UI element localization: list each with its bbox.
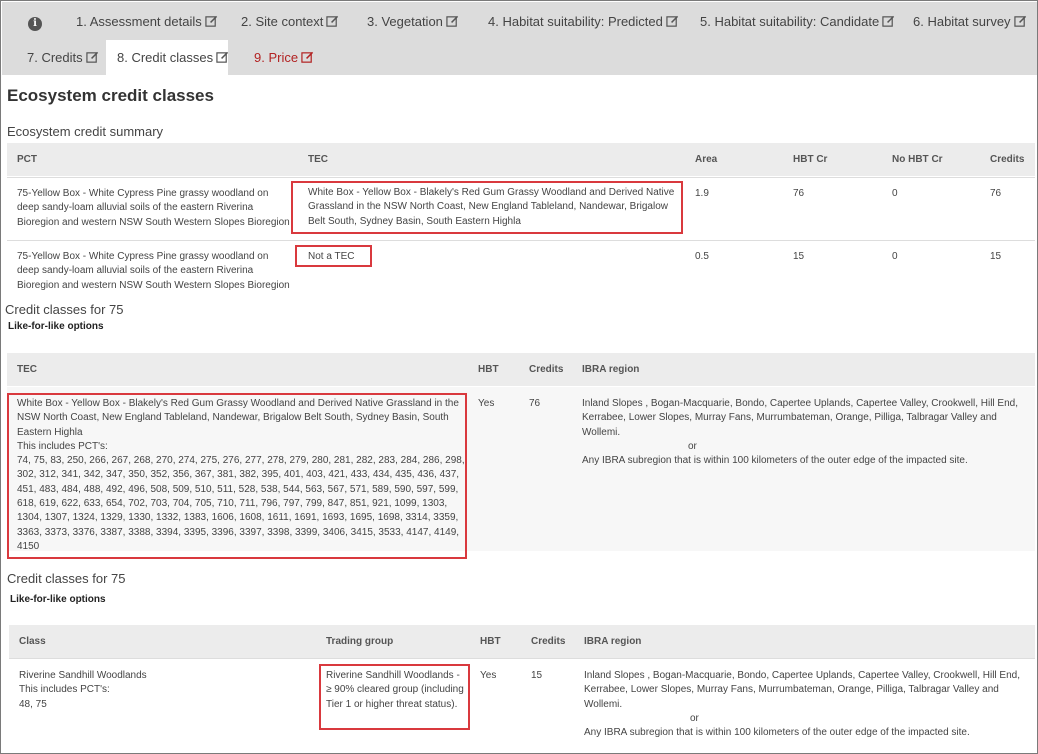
credit-classes-heading: Credit classes for 75 (7, 571, 126, 586)
tab-label: 4. Habitat suitability: Predicted (488, 14, 663, 29)
edit-icon (1013, 15, 1026, 27)
summary-table-header: PCT TEC Area HBT Cr No HBT Cr Credits (7, 143, 1035, 176)
hbt-cell: 15 (793, 251, 805, 262)
ibra-list: Inland Slopes , Bogan-Macquarie, Bondo, … (582, 398, 1018, 438)
like-for-like-heading: Like-for-like options (10, 594, 106, 605)
ibra-alternative: Any IBRA subregion that is within 100 ki… (584, 727, 970, 739)
credit-classes-heading: Credit classes for 75 (5, 302, 124, 317)
tab-label: 3. Vegetation (367, 14, 443, 29)
highlight-box (319, 664, 470, 730)
highlight-box (291, 181, 683, 234)
tab-label: 7. Credits (27, 50, 83, 65)
includes-label: This includes PCT's: (19, 684, 110, 696)
col-no-hbt-cr: No HBT Cr (892, 154, 943, 165)
tab-label: 9. Price (254, 50, 299, 65)
tab-assessment-details[interactable]: 1. Assessment details (76, 4, 218, 40)
col-trading-group: Trading group (326, 636, 394, 647)
summary-heading: Ecosystem credit summary (7, 124, 164, 139)
col-pct: PCT (17, 154, 37, 165)
tab-label: 8. Credit classes (117, 50, 214, 65)
edit-icon (446, 15, 459, 27)
col-class: Class (19, 636, 46, 647)
col-hbt: HBT (480, 636, 501, 647)
ibra-cell: Inland Slopes , Bogan-Macquarie, Bondo, … (584, 669, 1026, 740)
ibra-list: Inland Slopes , Bogan-Macquarie, Bondo, … (584, 670, 1020, 710)
app-frame: i 1. Assessment details 2. Site context … (0, 0, 1038, 754)
pct-cell: 75-Yellow Box - White Cypress Pine grass… (17, 188, 290, 228)
tab-label: 5. Habitat suitability: Candidate (700, 14, 880, 29)
tab-info[interactable]: i (28, 4, 42, 40)
tab-label: 6. Habitat survey (913, 14, 1011, 29)
divider (9, 658, 1035, 659)
pct-cell: 75-Yellow Box - White Cypress Pine grass… (17, 251, 290, 291)
tab-habitat-survey[interactable]: 6. Habitat survey (913, 4, 1027, 40)
col-hbt-cr: HBT Cr (793, 154, 828, 165)
area-cell: 1.9 (695, 188, 709, 199)
pct-list: 48, 75 (19, 698, 47, 710)
col-ibra-region: IBRA region (584, 636, 642, 647)
tab-bar: i 1. Assessment details 2. Site context … (2, 2, 1037, 75)
divider (7, 177, 1035, 178)
hbt-cell: 76 (793, 188, 805, 199)
credit-class-table-header: Class Trading group HBT Credits IBRA reg… (9, 625, 1035, 658)
credits-cell: 15 (990, 251, 1002, 262)
info-icon: i (28, 17, 42, 31)
tab-label: 1. Assessment details (76, 14, 202, 29)
page-title: Ecosystem credit classes (7, 86, 214, 105)
col-ibra-region: IBRA region (582, 364, 640, 375)
edit-icon (326, 15, 339, 27)
tab-habitat-candidate[interactable]: 5. Habitat suitability: Candidate (700, 4, 895, 40)
col-tec: TEC (17, 364, 37, 375)
tab-price[interactable]: 9. Price (254, 40, 314, 76)
credits-cell: 76 (529, 398, 541, 409)
highlight-box (295, 245, 372, 267)
or-label: or (688, 440, 697, 452)
like-for-like-heading: Like-for-like options (8, 321, 104, 332)
hbt-cell: Yes (478, 398, 495, 409)
tab-site-context[interactable]: 2. Site context (241, 4, 339, 40)
edit-icon (666, 15, 679, 27)
divider (7, 240, 1035, 241)
no-hbt-cell: 0 (892, 251, 898, 262)
tab-label: 2. Site context (241, 14, 324, 29)
edit-icon (882, 15, 895, 27)
col-tec: TEC (308, 154, 328, 165)
col-credits: Credits (529, 364, 564, 375)
tab-credits[interactable]: 7. Credits (12, 40, 114, 76)
tab-habitat-predicted[interactable]: 4. Habitat suitability: Predicted (488, 4, 679, 40)
edit-icon (85, 51, 98, 63)
class-cell: Riverine Sandhill Woodlands This include… (19, 669, 309, 712)
highlight-box (7, 393, 467, 559)
no-hbt-cell: 0 (892, 188, 898, 199)
credit-class-table-header: TEC HBT Credits IBRA region (7, 353, 1035, 386)
col-area: Area (695, 154, 718, 165)
ibra-alternative: Any IBRA subregion that is within 100 ki… (582, 455, 968, 467)
tab-vegetation[interactable]: 3. Vegetation (367, 4, 459, 40)
ibra-cell: Inland Slopes , Bogan-Macquarie, Bondo, … (582, 397, 1027, 468)
tab-credit-classes[interactable]: 8. Credit classes (106, 40, 229, 75)
edit-icon (301, 51, 314, 63)
col-hbt: HBT (478, 364, 499, 375)
edit-icon (216, 51, 229, 63)
or-label: or (690, 712, 699, 724)
edit-icon (205, 15, 217, 27)
area-cell: 0.5 (695, 251, 709, 262)
col-credits: Credits (531, 636, 566, 647)
class-name: Riverine Sandhill Woodlands (19, 670, 147, 681)
col-credits: Credits (990, 154, 1025, 165)
credits-cell: 15 (531, 670, 543, 681)
hbt-cell: Yes (480, 670, 497, 681)
credits-cell: 76 (990, 188, 1002, 199)
